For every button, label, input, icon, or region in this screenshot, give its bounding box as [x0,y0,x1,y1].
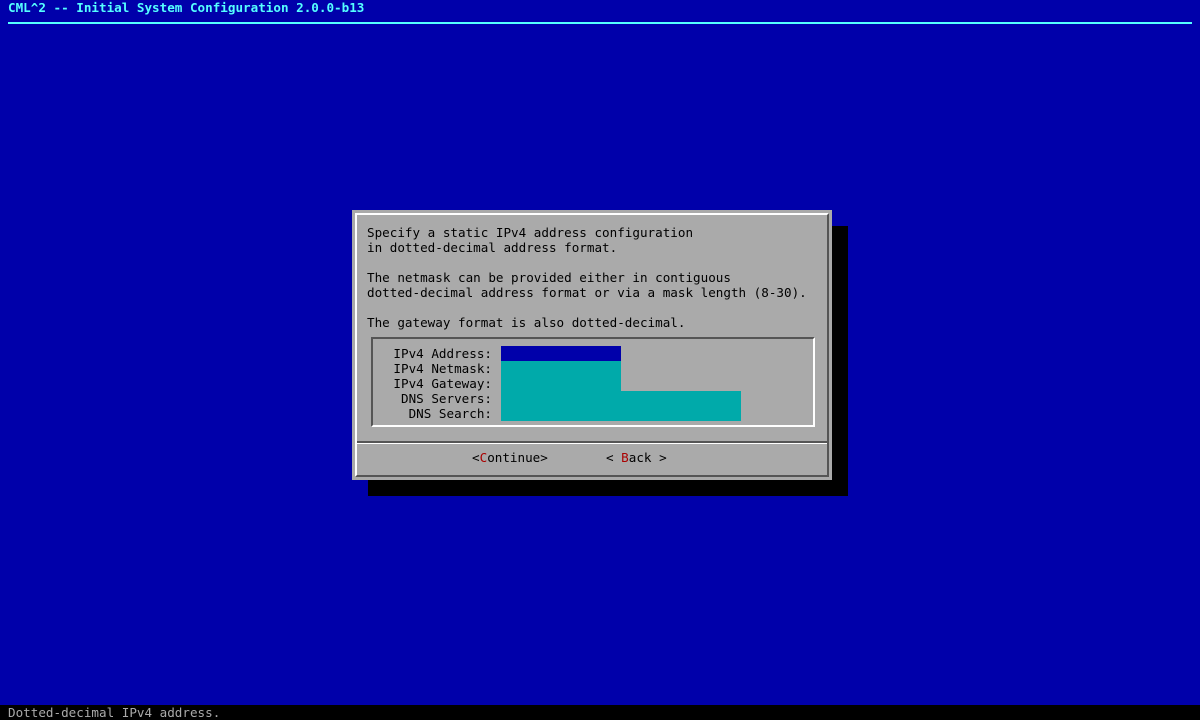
message-line-2: in dotted-decimal address format. [367,240,618,255]
status-bar: Dotted-decimal IPv4 address. [0,705,1200,720]
continue-button-open-bracket: < [472,450,480,465]
back-button-hotkey: B [621,450,629,465]
form-frame: IPv4 Address: IPv4 Netmask: IPv4 Gateway… [371,337,815,427]
back-button-close-bracket: > [651,450,667,465]
dns-servers-input[interactable] [501,391,741,406]
ipv4-config-dialog: Specify a static IPv4 address configurat… [352,210,832,480]
message-line-3: The netmask can be provided either in co… [367,270,731,285]
button-divider-highlight [357,443,827,444]
window-title: CML^2 -- Initial System Configuration 2.… [8,0,365,15]
ipv4-netmask-label: IPv4 Netmask: [393,361,492,376]
dns-search-input[interactable] [501,406,741,421]
message-line-5: The gateway format is also dotted-decima… [367,315,686,330]
message-line-1: Specify a static IPv4 address configurat… [367,225,694,240]
back-button-open-bracket: < [606,450,622,465]
continue-button-label: ontinue [487,450,541,465]
back-button[interactable]: < Back > [606,450,667,465]
ipv4-address-input[interactable] [501,346,621,361]
ipv4-address-label: IPv4 Address: [393,346,492,361]
ipv4-netmask-input[interactable] [501,361,621,376]
ipv4-gateway-input[interactable] [501,376,621,391]
status-text: Dotted-decimal IPv4 address. [8,705,221,720]
ipv4-gateway-label: IPv4 Gateway: [393,376,492,391]
back-button-label: ack [628,450,652,465]
dns-servers-label: DNS Servers: [401,391,492,406]
message-line-4: dotted-decimal address format or via a m… [367,285,807,300]
dns-search-label: DNS Search: [408,406,492,421]
continue-button-close-bracket: > [540,450,548,465]
title-rule [8,22,1192,24]
continue-button[interactable]: <Continue> [472,450,548,465]
